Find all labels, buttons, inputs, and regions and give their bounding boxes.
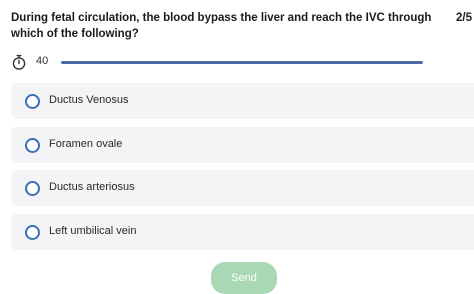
option-label: Left umbilical vein: [49, 225, 137, 237]
send-button[interactable]: Send: [211, 262, 277, 294]
option-label: Foramen ovale: [49, 138, 123, 150]
radio-button[interactable]: [25, 181, 40, 196]
timer-progress-bar: [61, 61, 423, 64]
stopwatch-icon: [12, 54, 26, 70]
radio-button[interactable]: [25, 138, 40, 153]
radio-button[interactable]: [25, 94, 40, 109]
timer-row: 40: [11, 52, 451, 72]
question-counter: 2/5: [456, 12, 472, 24]
radio-button[interactable]: [25, 225, 40, 240]
option-foramen-ovale[interactable]: Foramen ovale: [11, 127, 474, 163]
option-left-umbilical-vein[interactable]: Left umbilical vein: [11, 214, 474, 250]
option-label: Ductus arteriosus: [49, 181, 135, 193]
option-label: Ductus Venosus: [49, 94, 129, 106]
question-text: During fetal circulation, the blood bypa…: [11, 12, 432, 40]
option-ductus-arteriosus[interactable]: Ductus arteriosus: [11, 170, 474, 206]
timer-value: 40: [36, 55, 49, 67]
option-ductus-venosus[interactable]: Ductus Venosus: [11, 83, 474, 119]
